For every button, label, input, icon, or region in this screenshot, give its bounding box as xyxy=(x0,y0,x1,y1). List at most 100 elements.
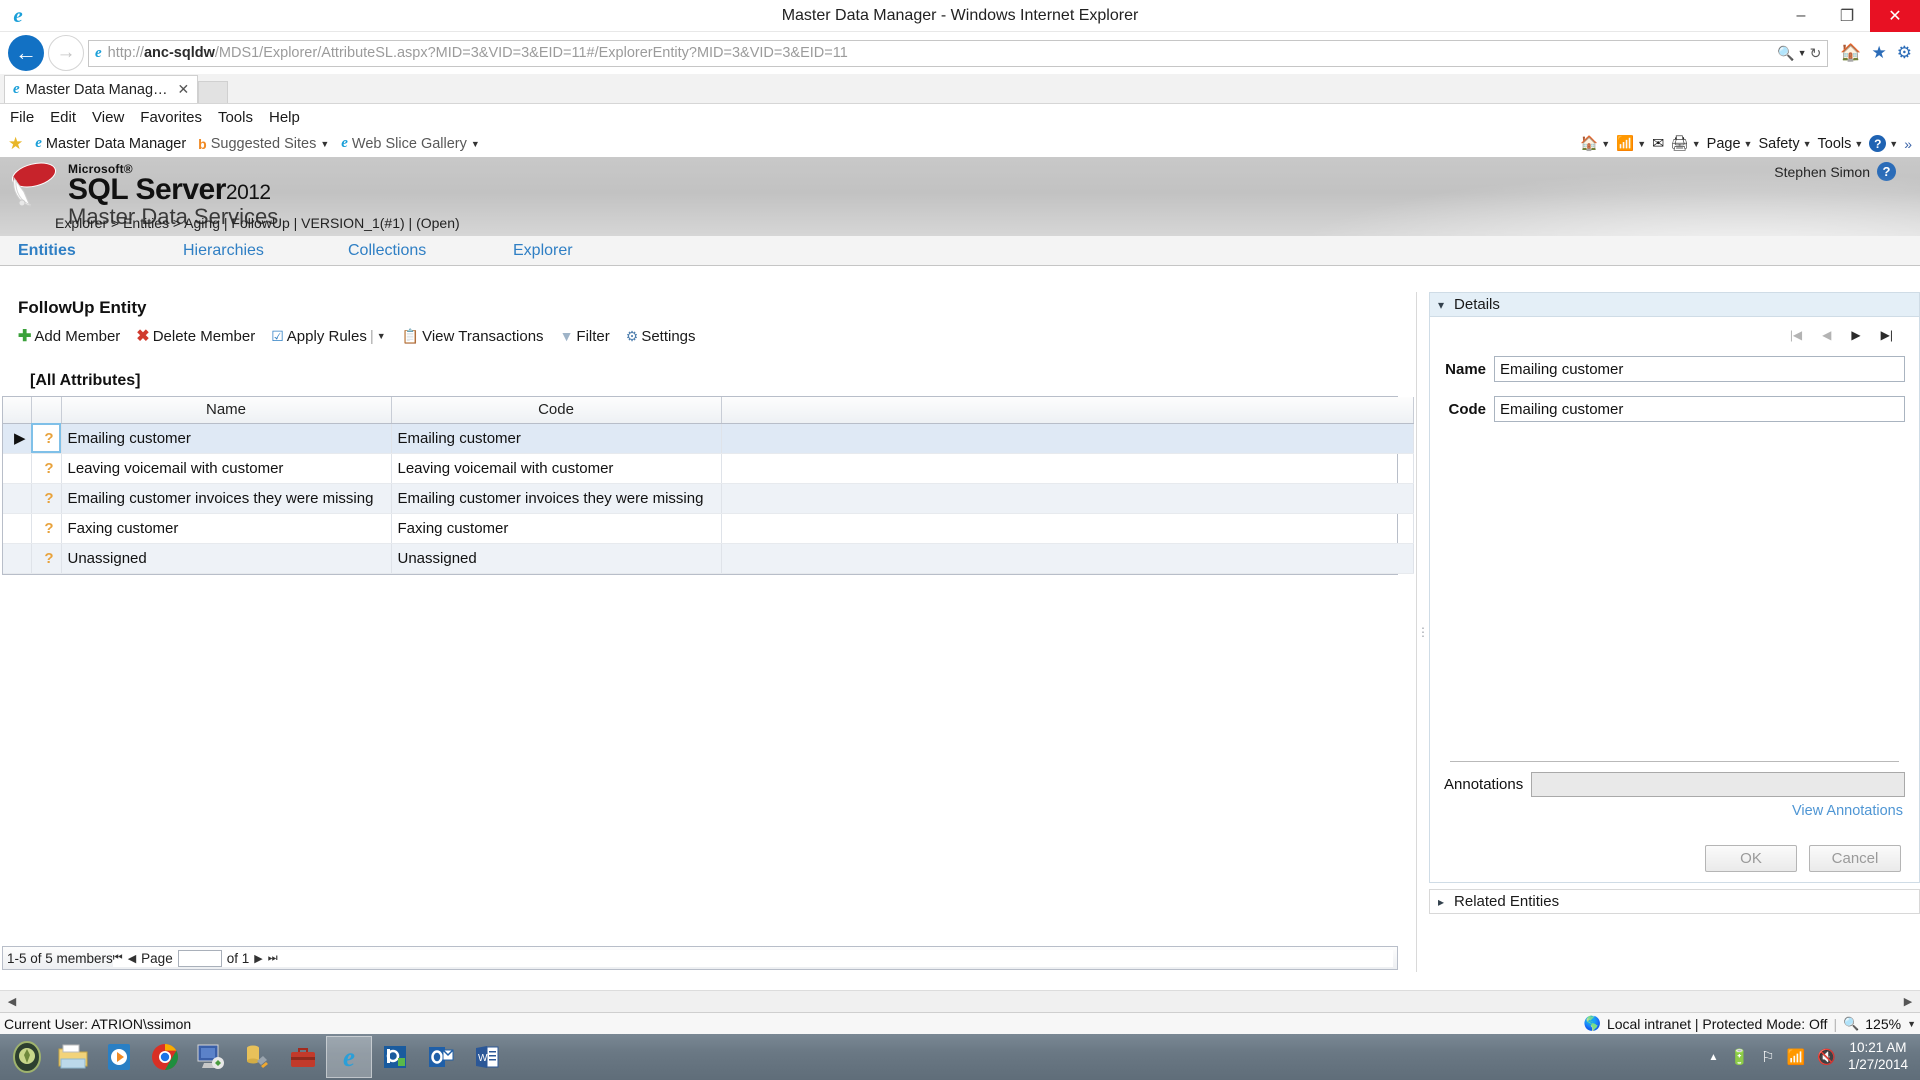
command-print[interactable]: 🖨▼ xyxy=(1670,135,1700,152)
details-panel-header[interactable]: ▾ Details xyxy=(1429,292,1920,317)
favorites-star-icon[interactable]: ★ xyxy=(8,134,23,154)
grid-col-code[interactable]: Code xyxy=(391,397,721,423)
table-row[interactable]: ? Emailing customer invoices they were m… xyxy=(3,483,1414,513)
zoom-level-label[interactable]: 125% xyxy=(1865,1016,1901,1032)
home-icon[interactable]: 🏠 xyxy=(1840,43,1861,63)
prev-page-button[interactable]: ◀ xyxy=(128,952,136,965)
command-page[interactable]: Page▼ xyxy=(1707,136,1753,152)
record-prev-button[interactable]: ◀ xyxy=(1822,328,1831,342)
row-code-cell[interactable]: Emailing customer xyxy=(391,423,721,453)
star-icon[interactable]: ★ xyxy=(1872,43,1887,63)
record-first-button[interactable]: |◀ xyxy=(1790,328,1802,342)
forward-button[interactable]: → xyxy=(48,35,84,71)
grid-col-name[interactable]: Name xyxy=(61,397,391,423)
chevron-down-icon[interactable]: ▼ xyxy=(471,139,480,149)
start-orb[interactable] xyxy=(4,1036,50,1078)
show-hidden-icons[interactable]: ▲ xyxy=(1709,1052,1719,1063)
chevron-down-icon[interactable]: ▼ xyxy=(1637,139,1646,149)
scrollbar-track[interactable] xyxy=(24,995,1896,1009)
row-selector-icon[interactable] xyxy=(3,453,31,483)
menu-file[interactable]: File xyxy=(10,109,34,126)
row-code-cell[interactable]: Emailing customer invoices they were mis… xyxy=(391,483,721,513)
lync-icon[interactable] xyxy=(372,1036,418,1078)
battery-icon[interactable]: 🔋 xyxy=(1730,1048,1749,1066)
close-button[interactable]: ✕ xyxy=(1870,0,1920,32)
first-page-button[interactable]: ⏮ xyxy=(113,952,123,965)
code-input[interactable] xyxy=(1494,396,1905,422)
command-mail[interactable]: ✉ xyxy=(1652,136,1664,152)
remote-desktop-icon[interactable] xyxy=(188,1036,234,1078)
row-selector-icon[interactable] xyxy=(3,513,31,543)
table-row[interactable]: ? Leaving voicemail with customer Leavin… xyxy=(3,453,1414,483)
row-selector-icon[interactable] xyxy=(3,543,31,573)
search-icon[interactable]: 🔍 xyxy=(1777,45,1794,62)
table-row[interactable]: ? Unassigned Unassigned xyxy=(3,543,1414,573)
filter-button[interactable]: ▼ Filter xyxy=(560,328,610,345)
row-name-cell[interactable]: Leaving voicemail with customer xyxy=(61,453,391,483)
related-entities-header[interactable]: ▸ Related Entities xyxy=(1429,889,1920,914)
nav-tab-explorer[interactable]: Explorer xyxy=(513,242,678,260)
ok-button[interactable]: OK xyxy=(1705,845,1797,872)
new-tab-button[interactable] xyxy=(198,81,228,103)
row-name-cell[interactable]: Unassigned xyxy=(61,543,391,573)
chevron-down-icon[interactable]: ▼ xyxy=(1744,139,1753,149)
chevron-down-icon[interactable]: ▼ xyxy=(1803,139,1812,149)
chevron-down-icon[interactable]: ▼ xyxy=(377,331,386,341)
chevron-down-icon[interactable]: ▼ xyxy=(1907,1019,1916,1029)
row-code-cell[interactable]: Unassigned xyxy=(391,543,721,573)
chevron-right-icon[interactable]: ▸ xyxy=(1438,895,1444,909)
command-safety[interactable]: Safety▼ xyxy=(1758,136,1811,152)
menu-help[interactable]: Help xyxy=(269,109,300,126)
database-tools-icon[interactable] xyxy=(234,1036,280,1078)
record-last-button[interactable]: ▶| xyxy=(1881,328,1893,342)
menu-favorites[interactable]: Favorites xyxy=(140,109,202,126)
media-player-icon[interactable] xyxy=(96,1036,142,1078)
nav-tab-hierarchies[interactable]: Hierarchies xyxy=(183,242,348,260)
word-icon[interactable]: W xyxy=(464,1036,510,1078)
name-input[interactable] xyxy=(1494,356,1905,382)
chrome-icon[interactable] xyxy=(142,1036,188,1078)
row-name-cell[interactable]: Emailing customer invoices they were mis… xyxy=(61,483,391,513)
help-icon[interactable]: ? xyxy=(1877,162,1896,181)
gear-icon[interactable]: ⚙ xyxy=(1897,43,1912,63)
toolbox-icon[interactable] xyxy=(280,1036,326,1078)
chevron-down-icon[interactable]: ▼ xyxy=(320,139,329,149)
chevron-down-icon[interactable]: ▼ xyxy=(1692,139,1701,149)
chevron-down-icon[interactable]: ▾ xyxy=(1438,298,1444,312)
menu-view[interactable]: View xyxy=(92,109,124,126)
apply-rules-button[interactable]: ☑ Apply Rules |▼ xyxy=(271,328,385,345)
volume-muted-icon[interactable]: 🔇 xyxy=(1817,1048,1836,1066)
view-annotations-link[interactable]: View Annotations xyxy=(1444,803,1905,819)
outlook-icon[interactable] xyxy=(418,1036,464,1078)
flag-icon[interactable]: ⚐ xyxy=(1761,1048,1774,1066)
settings-button[interactable]: ⚙ Settings xyxy=(626,328,696,345)
network-icon[interactable]: 📶 xyxy=(1787,1048,1806,1066)
scroll-right-arrow-icon[interactable]: ▶ xyxy=(1896,995,1920,1008)
chevron-down-icon[interactable]: ▼ xyxy=(1854,139,1863,149)
menu-edit[interactable]: Edit xyxy=(50,109,76,126)
browser-tab[interactable]: e Master Data Manag… ✕ xyxy=(4,75,198,103)
row-name-cell[interactable]: Emailing customer xyxy=(61,423,391,453)
chevron-down-icon[interactable]: ▼ xyxy=(1798,48,1807,58)
last-page-button[interactable]: ⏭ xyxy=(268,952,278,965)
row-selector-icon[interactable]: ▶ xyxy=(3,423,31,453)
command-feeds[interactable]: 📶▼ xyxy=(1616,135,1646,152)
horizontal-scrollbar[interactable]: ◀ ▶ xyxy=(0,990,1920,1012)
cancel-button[interactable]: Cancel xyxy=(1809,845,1901,872)
clock[interactable]: 10:21 AM 1/27/2014 xyxy=(1848,1040,1908,1074)
command-help[interactable]: ?▼ xyxy=(1869,135,1898,152)
nav-tab-collections[interactable]: Collections xyxy=(348,242,513,260)
favorite-web-slice-gallery[interactable]: e Web Slice Gallery ▼ xyxy=(341,135,480,152)
next-page-button[interactable]: ▶ xyxy=(254,952,262,965)
scroll-left-arrow-icon[interactable]: ◀ xyxy=(0,995,24,1008)
delete-member-button[interactable]: ✖ Delete Member xyxy=(136,326,255,346)
command-overflow-icon[interactable]: » xyxy=(1904,136,1912,152)
menu-tools[interactable]: Tools xyxy=(218,109,253,126)
chevron-down-icon[interactable]: ▼ xyxy=(1889,139,1898,149)
row-selector-icon[interactable] xyxy=(3,483,31,513)
row-code-cell[interactable]: Faxing customer xyxy=(391,513,721,543)
command-home[interactable]: 🏠▼ xyxy=(1580,135,1610,152)
minimize-button[interactable]: – xyxy=(1778,0,1824,32)
maximize-button[interactable]: ❐ xyxy=(1824,0,1870,32)
add-member-button[interactable]: ✚ Add Member xyxy=(18,326,120,346)
